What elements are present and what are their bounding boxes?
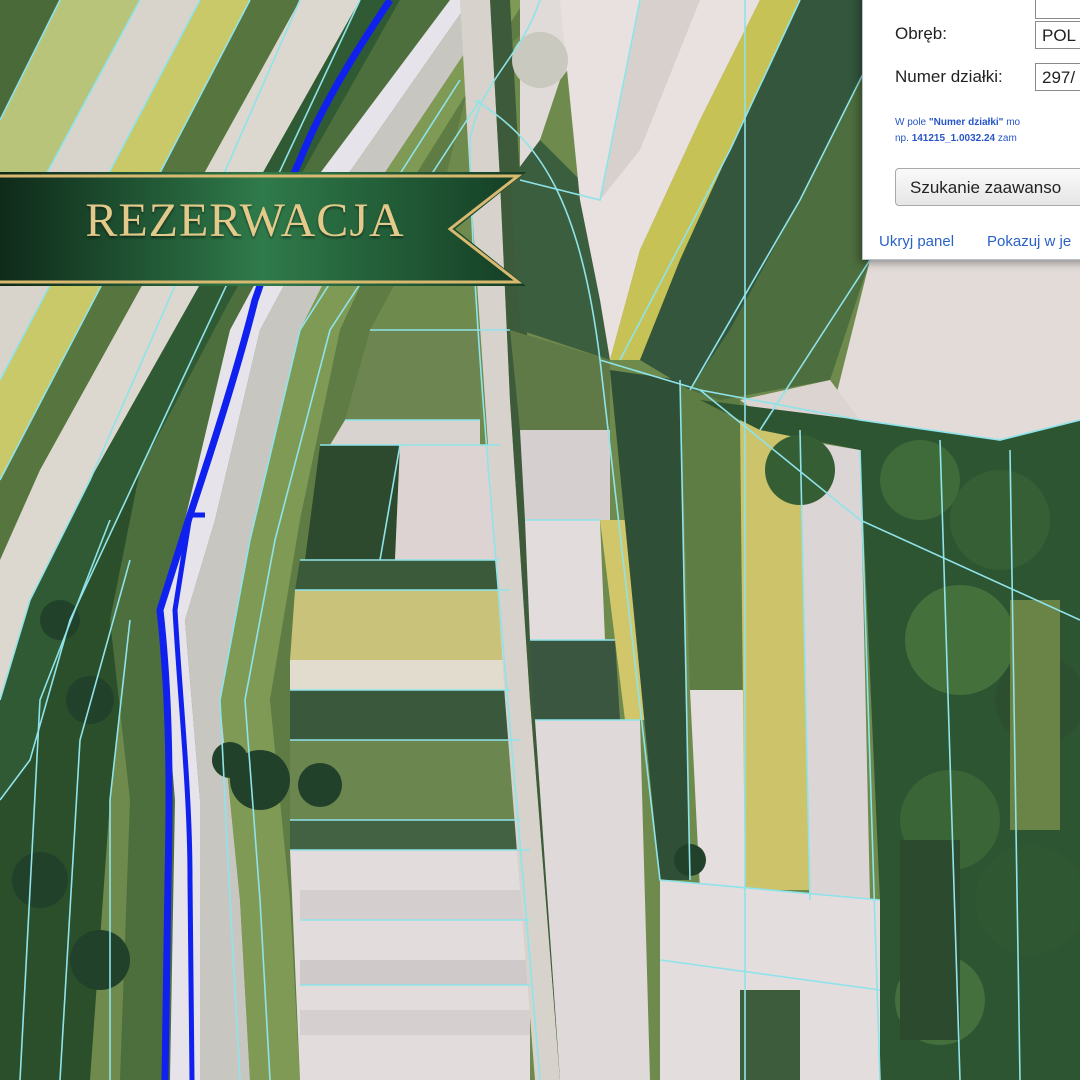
parcel-number-label: Numer działki: <box>895 67 1003 86</box>
advanced-search-button[interactable]: Szukanie zaawanso <box>895 168 1080 206</box>
parcel-search-panel: Obręb: POL Numer działki: 297/ W pole "N… <box>862 0 1080 260</box>
hint-line-1: W pole "Numer działki" mo <box>895 117 1021 128</box>
obreb-label: Obręb: <box>895 24 947 43</box>
parcel-number-field[interactable]: 297/ <box>1035 63 1080 91</box>
show-in-link[interactable]: Pokazuj w je <box>987 233 1071 250</box>
reservation-label: REZERWACJA <box>85 194 405 247</box>
obreb-field[interactable]: POL <box>1035 21 1080 49</box>
hide-panel-link[interactable]: Ukryj panel <box>879 233 954 250</box>
hint-line-2: np. 141215_1.0032.24 zam <box>895 133 1017 144</box>
top-field[interactable] <box>1035 0 1080 19</box>
